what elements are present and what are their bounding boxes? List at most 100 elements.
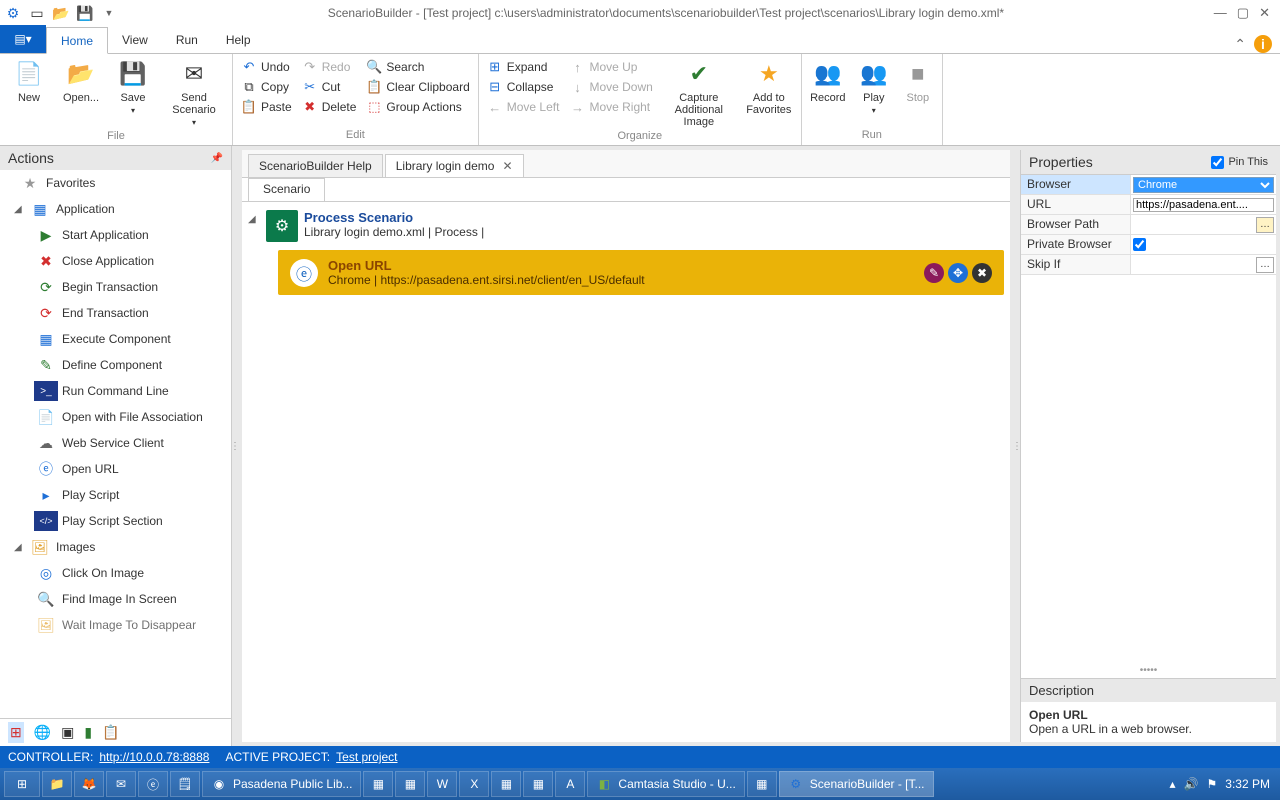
move-right-button[interactable]: →Move Right [567, 98, 654, 116]
move-up-button[interactable]: ↑Move Up [567, 58, 654, 76]
task-firefox[interactable]: 🦊 [74, 771, 104, 797]
badge-edit-icon[interactable]: ✎ [924, 263, 944, 283]
task-acrobat[interactable]: A [555, 771, 585, 797]
action-begin-transaction[interactable]: ⟳Begin Transaction [0, 274, 231, 300]
play-button[interactable]: 👥Play▾ [852, 56, 896, 118]
paste-button[interactable]: 📋Paste [239, 98, 294, 116]
new-button[interactable]: 📄New [4, 56, 54, 106]
tb-folder-icon[interactable]: ▮ [84, 724, 92, 741]
record-button[interactable]: 👥Record [806, 56, 850, 106]
file-tab[interactable]: ▤▾ [0, 25, 46, 53]
action-close-application[interactable]: ✖Close Application [0, 248, 231, 274]
browse-path-button[interactable]: … [1256, 217, 1274, 233]
tb-tree-icon[interactable]: ⊞ [8, 722, 24, 743]
redo-button[interactable]: ↷Redo [300, 58, 359, 76]
prop-browser-path[interactable]: Browser Path … [1021, 215, 1276, 235]
tray-time[interactable]: 3:32 PM [1225, 777, 1270, 791]
grip-icon[interactable]: ••••• [1021, 663, 1276, 678]
close-tab-icon[interactable]: ✕ [502, 159, 512, 173]
images-node[interactable]: ◢🖼Images [0, 534, 231, 560]
qat-new-icon[interactable]: ▭ [28, 4, 46, 22]
capture-image-button[interactable]: ✔Capture Additional Image [659, 56, 739, 130]
action-execute-component[interactable]: ▦Execute Component [0, 326, 231, 352]
active-project-link[interactable]: Test project [336, 750, 397, 764]
favorites-node[interactable]: ★Favorites [0, 170, 231, 196]
info-icon[interactable]: i [1254, 35, 1272, 53]
task-camtasia[interactable]: ◧Camtasia Studio - U... [587, 771, 744, 797]
task-app2[interactable]: ▦ [395, 771, 425, 797]
delete-button[interactable]: ✖Delete [300, 98, 359, 116]
action-open-file-association[interactable]: 📄Open with File Association [0, 404, 231, 430]
tab-help-doc[interactable]: ScenarioBuilder Help [248, 154, 383, 177]
move-down-button[interactable]: ↓Move Down [567, 78, 654, 96]
action-web-service-client[interactable]: ☁Web Service Client [0, 430, 231, 456]
action-start-application[interactable]: ▶Start Application [0, 222, 231, 248]
application-node[interactable]: ◢▦Application [0, 196, 231, 222]
pin-this-checkbox[interactable]: Pin This [1211, 156, 1268, 169]
tab-home[interactable]: Home [46, 27, 108, 54]
undo-button[interactable]: ↶Undo [239, 58, 294, 76]
tb-window-icon[interactable]: ▣ [61, 724, 74, 741]
search-button[interactable]: 🔍Search [364, 58, 471, 76]
action-end-transaction[interactable]: ⟳End Transaction [0, 300, 231, 326]
open-button[interactable]: 📂Open... [56, 56, 106, 106]
prop-skip-if[interactable]: Skip If … [1021, 255, 1276, 275]
action-click-on-image[interactable]: ◎Click On Image [0, 560, 231, 586]
tab-run[interactable]: Run [162, 26, 212, 53]
task-scenariobuilder[interactable]: ⚙ScenarioBuilder - [T... [779, 771, 934, 797]
url-input[interactable] [1133, 198, 1274, 212]
splitter-left[interactable]: ⋮ [232, 146, 238, 746]
task-app3[interactable]: ▦ [491, 771, 521, 797]
collapse-button[interactable]: ⊟Collapse [485, 78, 562, 96]
expand-button[interactable]: ⊞Expand [485, 58, 562, 76]
badge-move-icon[interactable]: ✥ [948, 263, 968, 283]
prop-browser[interactable]: Browser Chrome [1021, 175, 1276, 195]
action-define-component[interactable]: ✎Define Component [0, 352, 231, 378]
save-button[interactable]: 💾Save▾ [108, 56, 158, 118]
qat-dropdown-icon[interactable]: ▼ [100, 4, 118, 22]
task-excel[interactable]: X [459, 771, 489, 797]
task-app1[interactable]: ▦ [363, 771, 393, 797]
minimize-icon[interactable]: — [1214, 5, 1227, 21]
copy-button[interactable]: ⧉Copy [239, 78, 294, 96]
tab-help[interactable]: Help [212, 26, 265, 53]
task-word[interactable]: W [427, 771, 457, 797]
action-find-image[interactable]: 🔍Find Image In Screen [0, 586, 231, 612]
clear-clipboard-button[interactable]: 📋Clear Clipboard [364, 78, 471, 96]
browser-select[interactable]: Chrome [1133, 177, 1274, 193]
group-actions-button[interactable]: ⬚Group Actions [364, 98, 471, 116]
qat-open-icon[interactable]: 📂 [52, 4, 70, 22]
open-url-step[interactable]: ⓔ Open URL Chrome | https://pasadena.ent… [278, 250, 1004, 295]
task-outlook[interactable]: ✉ [106, 771, 136, 797]
process-scenario-node[interactable]: ◢ ⚙ Process Scenario Library login demo.… [248, 208, 1004, 244]
tray-flag-icon[interactable]: ⚑ [1207, 777, 1218, 791]
start-button[interactable]: ⊞ [4, 771, 40, 797]
skip-if-button[interactable]: … [1256, 257, 1274, 273]
task-chrome[interactable]: ◉Pasadena Public Lib... [202, 771, 361, 797]
action-run-command-line[interactable]: >_Run Command Line [0, 378, 231, 404]
badge-settings-icon[interactable]: ✖ [972, 263, 992, 283]
stop-button[interactable]: ■Stop [898, 56, 938, 106]
private-browser-checkbox[interactable] [1133, 238, 1146, 251]
collapse-ribbon-icon[interactable]: ⌃ [1234, 36, 1246, 53]
move-left-button[interactable]: ←Move Left [485, 98, 562, 116]
pin-icon[interactable]: 📌 [211, 153, 223, 164]
tray-volume-icon[interactable]: 🔊 [1184, 777, 1199, 791]
send-scenario-button[interactable]: ✉Send Scenario▾ [160, 56, 228, 130]
controller-link[interactable]: http://10.0.0.78:8888 [99, 750, 209, 764]
prop-private-browser[interactable]: Private Browser [1021, 235, 1276, 255]
tray-up-icon[interactable]: ▴ [1170, 777, 1176, 791]
task-app4[interactable]: ▦ [523, 771, 553, 797]
tb-globe-icon[interactable]: 🌐 [34, 724, 51, 741]
action-open-url[interactable]: ⓔOpen URL [0, 456, 231, 482]
action-wait-image-disappear[interactable]: 🖼Wait Image To Disappear [0, 612, 231, 638]
task-app5[interactable]: ▦ [747, 771, 777, 797]
tab-view[interactable]: View [108, 26, 162, 53]
add-favorites-button[interactable]: ★Add to Favorites [741, 56, 797, 118]
task-ie[interactable]: ⓔ [138, 771, 168, 797]
action-play-script-section[interactable]: </>Play Script Section [0, 508, 231, 534]
subtab-scenario[interactable]: Scenario [248, 178, 325, 201]
tab-demo-doc[interactable]: Library login demo✕ [385, 154, 524, 177]
maximize-icon[interactable]: ▢ [1237, 5, 1249, 21]
qat-save-icon[interactable]: 💾 [76, 4, 94, 22]
